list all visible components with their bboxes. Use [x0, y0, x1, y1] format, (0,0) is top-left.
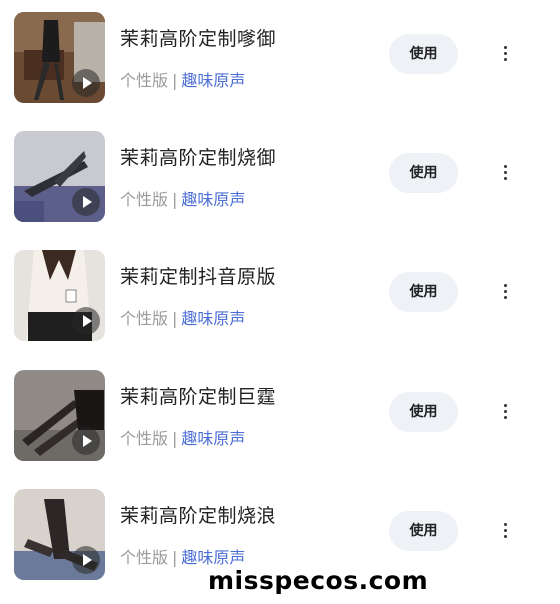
play-icon[interactable] [72, 69, 100, 97]
item-meta: 个性版 | 趣味原声 [120, 186, 245, 210]
meta-separator: | [172, 71, 178, 90]
meta-separator: | [172, 548, 178, 567]
meta-separator: | [172, 190, 178, 209]
play-icon[interactable] [72, 307, 100, 335]
category-tag[interactable]: 趣味原声 [181, 429, 245, 448]
edition-label: 个性版 [120, 548, 169, 567]
thumbnail[interactable] [14, 489, 105, 580]
meta-separator: | [172, 309, 178, 328]
category-tag[interactable]: 趣味原声 [181, 190, 245, 209]
edition-label: 个性版 [120, 429, 169, 448]
category-tag[interactable]: 趣味原声 [181, 309, 245, 328]
item-title: 茉莉高阶定制嗲御 [120, 28, 277, 50]
item-title: 茉莉高阶定制巨霆 [120, 386, 277, 408]
more-vertical-icon[interactable] [496, 400, 516, 424]
watermark: misspecos.com [208, 566, 429, 595]
more-vertical-icon[interactable] [496, 161, 516, 185]
more-vertical-icon[interactable] [496, 519, 516, 543]
thumbnail[interactable] [14, 12, 105, 103]
item-meta: 个性版 | 趣味原声 [120, 305, 245, 329]
item-meta: 个性版 | 趣味原声 [120, 425, 245, 449]
item-title: 茉莉高阶定制烧浪 [120, 505, 277, 527]
list-item[interactable]: 茉莉定制抖音原版 个性版 | 趣味原声 使用 [0, 250, 560, 350]
item-meta: 个性版 | 趣味原声 [120, 67, 245, 91]
more-vertical-icon[interactable] [496, 280, 516, 304]
item-title: 茉莉定制抖音原版 [120, 266, 277, 288]
category-tag[interactable]: 趣味原声 [181, 71, 245, 90]
edition-label: 个性版 [120, 190, 169, 209]
use-button[interactable]: 使用 [389, 511, 458, 551]
list-item[interactable]: 茉莉高阶定制巨霆 个性版 | 趣味原声 使用 [0, 370, 560, 470]
edition-label: 个性版 [120, 71, 169, 90]
more-vertical-icon[interactable] [496, 42, 516, 66]
thumbnail[interactable] [14, 370, 105, 461]
thumbnail[interactable] [14, 250, 105, 341]
play-icon[interactable] [72, 427, 100, 455]
category-tag[interactable]: 趣味原声 [181, 548, 245, 567]
use-button[interactable]: 使用 [389, 34, 458, 74]
list-item[interactable]: 茉莉高阶定制嗲御 个性版 | 趣味原声 使用 [0, 12, 560, 112]
use-button[interactable]: 使用 [389, 392, 458, 432]
item-title: 茉莉高阶定制烧御 [120, 147, 277, 169]
use-button[interactable]: 使用 [389, 272, 458, 312]
use-button[interactable]: 使用 [389, 153, 458, 193]
edition-label: 个性版 [120, 309, 169, 328]
meta-separator: | [172, 429, 178, 448]
play-icon[interactable] [72, 188, 100, 216]
thumbnail[interactable] [14, 131, 105, 222]
list-item[interactable]: 茉莉高阶定制烧御 个性版 | 趣味原声 使用 [0, 131, 560, 231]
voice-list: 茉莉高阶定制嗲御 个性版 | 趣味原声 使用 茉莉高阶定制烧御 个性版 | 趣味原声 使… [0, 0, 560, 604]
item-meta: 个性版 | 趣味原声 [120, 544, 245, 568]
play-icon[interactable] [72, 546, 100, 574]
